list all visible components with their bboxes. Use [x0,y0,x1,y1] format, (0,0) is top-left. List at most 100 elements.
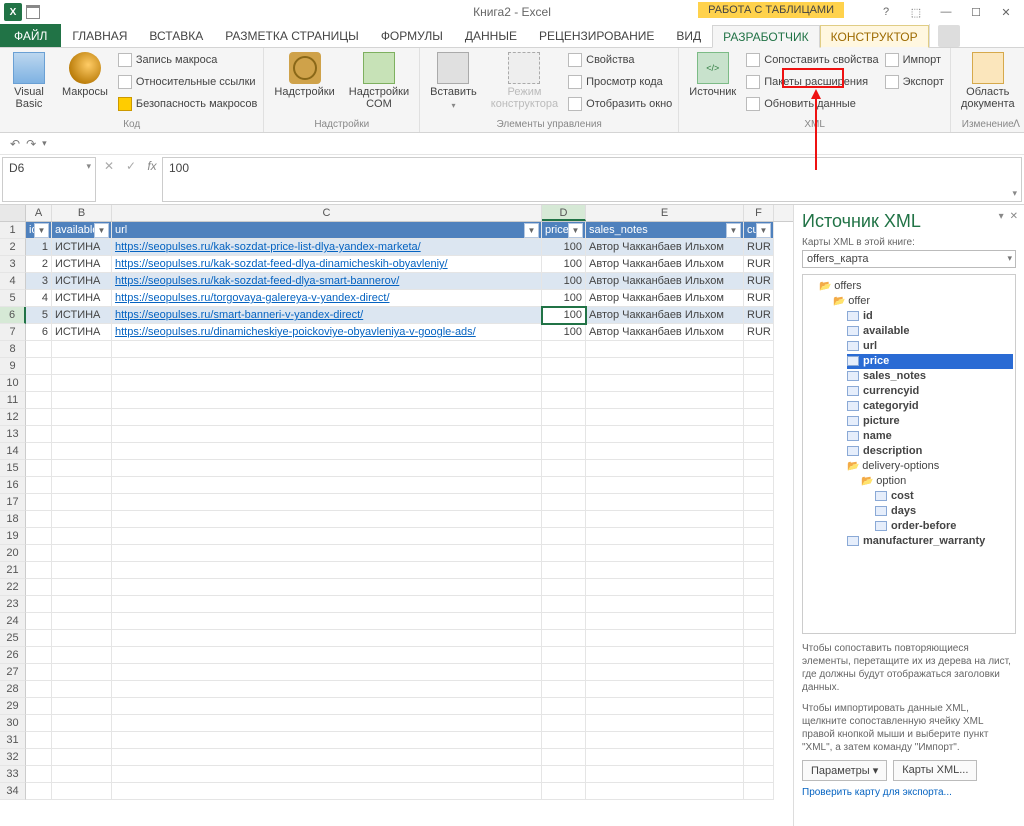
cell-cur[interactable]: RUR [744,239,774,256]
expansion-packs-button[interactable]: Пакеты расширения [746,72,878,92]
redo-button[interactable]: ↷ [26,137,36,151]
col-header-F[interactable]: F [744,205,774,221]
row-header[interactable]: 14 [0,443,26,460]
collapse-ribbon-icon[interactable]: ᐱ [1013,119,1020,130]
row-header[interactable]: 28 [0,681,26,698]
minimize-button[interactable]: — [932,2,960,22]
tree-node-offers[interactable]: offers offer idavailableurlpricesales_no… [819,279,1013,549]
cell-available[interactable]: ИСТИНА [52,290,112,307]
design-mode-button[interactable]: Режим конструктора [487,50,562,112]
row-header[interactable]: 9 [0,358,26,375]
tree-leaf[interactable]: currencyid [847,384,1013,399]
spreadsheet-grid[interactable]: A B C D E F 1 id available url price sal… [0,205,794,826]
xml-source-button[interactable]: Источник [685,50,740,100]
row-header[interactable]: 31 [0,732,26,749]
row-header[interactable]: 7 [0,324,26,341]
tab-data[interactable]: ДАННЫЕ [454,24,528,47]
ribbon-display-icon[interactable]: ⬚ [902,2,930,22]
tree-leaf-warranty[interactable]: manufacturer_warranty [847,534,1013,549]
select-all-corner[interactable] [0,205,26,221]
cell-id[interactable]: 1 [26,239,52,256]
tree-leaf[interactable]: cost [875,489,1013,504]
cell-available[interactable]: ИСТИНА [52,273,112,290]
tree-leaf[interactable]: categoryid [847,399,1013,414]
tab-developer[interactable]: РАЗРАБОТЧИК [712,25,820,48]
save-icon[interactable] [26,5,40,19]
col-header-C[interactable]: C [112,205,542,221]
cell-sales[interactable]: Автор Чакканбаев Ильхом [586,256,744,273]
cell-sales[interactable]: Автор Чакканбаев Ильхом [586,290,744,307]
accept-formula-icon[interactable]: ✓ [120,159,142,173]
cell-sales[interactable]: Автор Чакканбаев Ильхом [586,239,744,256]
cell-available[interactable]: ИСТИНА [52,256,112,273]
tab-page-layout[interactable]: РАЗМЕТКА СТРАНИЦЫ [214,24,370,47]
col-header-B[interactable]: B [52,205,112,221]
row-header[interactable]: 3 [0,256,26,273]
formula-bar[interactable]: 100 [162,157,1022,202]
tree-leaf[interactable]: price [847,354,1013,369]
row-header[interactable]: 15 [0,460,26,477]
qat-customize-icon[interactable]: ▾ [42,138,47,149]
col-header-A[interactable]: A [26,205,52,221]
properties-button[interactable]: Свойства [568,50,672,70]
tab-insert[interactable]: ВСТАВКА [138,24,214,47]
xml-options-button[interactable]: Параметры ▾ [802,760,887,781]
cell-id[interactable]: 3 [26,273,52,290]
row-header[interactable]: 5 [0,290,26,307]
col-header-E[interactable]: E [586,205,744,221]
tree-leaf[interactable]: sales_notes [847,369,1013,384]
row-header[interactable]: 19 [0,528,26,545]
tree-node-offer[interactable]: offer idavailableurlpricesales_notescurr… [833,294,1013,549]
visual-basic-button[interactable]: Visual Basic [6,50,52,112]
map-properties-button[interactable]: Сопоставить свойства [746,50,878,70]
undo-button[interactable]: ↶ [10,137,20,151]
cell-available[interactable]: ИСТИНА [52,324,112,341]
tree-leaf[interactable]: picture [847,414,1013,429]
row-header[interactable]: 12 [0,409,26,426]
th-cur[interactable]: curr [744,222,774,239]
cell-sales[interactable]: Автор Чакканбаев Ильхом [586,324,744,341]
cell-price[interactable]: 100 [542,290,586,307]
close-button[interactable]: ✕ [992,2,1020,22]
row-header[interactable]: 23 [0,596,26,613]
col-header-D[interactable]: D [542,205,586,221]
cell-available[interactable]: ИСТИНА [52,307,112,324]
tree-leaf[interactable]: description [847,444,1013,459]
tab-review[interactable]: РЕЦЕНЗИРОВАНИЕ [528,24,665,47]
row-header[interactable]: 2 [0,239,26,256]
row-header[interactable]: 34 [0,783,26,800]
cell-id[interactable]: 2 [26,256,52,273]
cell-id[interactable]: 5 [26,307,52,324]
cell-id[interactable]: 6 [26,324,52,341]
cell-cur[interactable]: RUR [744,307,774,324]
th-url[interactable]: url [112,222,542,239]
row-header[interactable]: 30 [0,715,26,732]
refresh-data-button[interactable]: Обновить данные [746,94,878,114]
record-macro-button[interactable]: Запись макроса [118,50,258,70]
macros-button[interactable]: Макросы [58,50,112,100]
row-header[interactable]: 26 [0,647,26,664]
pane-options-icon[interactable]: ▾ [999,211,1004,222]
row-header[interactable]: 10 [0,375,26,392]
th-sales-notes[interactable]: sales_notes [586,222,744,239]
row-header[interactable]: 29 [0,698,26,715]
row-header[interactable]: 11 [0,392,26,409]
cell-sales[interactable]: Автор Чакканбаев Ильхом [586,273,744,290]
view-code-button[interactable]: Просмотр кода [568,72,672,92]
document-panel-button[interactable]: Область документа [957,50,1019,112]
cancel-formula-icon[interactable]: ✕ [98,159,120,173]
insert-control-button[interactable]: Вставить▾ [426,50,481,114]
row-header[interactable]: 18 [0,511,26,528]
cell-url[interactable]: https://seopulses.ru/kak-sozdat-feed-dly… [112,273,542,290]
export-button[interactable]: Экспорт [885,72,944,92]
row-header[interactable]: 21 [0,562,26,579]
row-header[interactable]: 32 [0,749,26,766]
name-box[interactable]: D6 [2,157,96,202]
cell-sales[interactable]: Автор Чакканбаев Ильхом [586,307,744,324]
tree-leaf[interactable]: days [875,504,1013,519]
help-icon[interactable]: ? [872,2,900,22]
maximize-button[interactable]: ☐ [962,2,990,22]
verify-export-link[interactable]: Проверить карту для экспорта... [802,787,1016,798]
fx-icon[interactable]: fx [142,155,162,204]
user-account[interactable] [929,24,969,47]
